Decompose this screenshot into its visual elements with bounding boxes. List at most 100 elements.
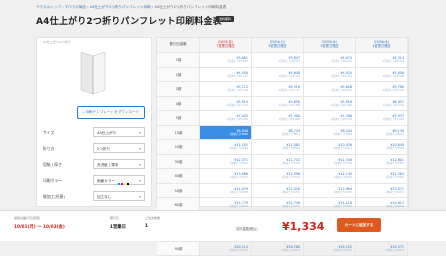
price-cell[interactable]: ¥9,130 1部あたり¥913 (355, 125, 408, 140)
unit-price-value: 1部あたり¥304 (333, 176, 352, 180)
unit-price-value: 1部あたり¥261 (385, 190, 404, 194)
price-table-header-row: 発行日/部数 03/03(月) 7営業日発送 03/04(火) 6営業日発送 03/… (157, 38, 408, 53)
product-options-panel: A4仕上がり/2つ折り ⤓ 印刷テンプレートをダウンロード サイズ A4仕上がり… (36, 37, 152, 207)
price-cell[interactable]: ¥11,732 1部あたり¥391 (251, 154, 304, 169)
price-cell[interactable]: ¥8,729 1部あたり¥873 (251, 125, 304, 140)
option-label-size: サイズ (43, 130, 55, 135)
price-cell[interactable]: ¥12,596 1部あたり¥315 (251, 168, 304, 184)
unit-price-value: 1部あたり¥2,528 (382, 74, 404, 78)
price-cell[interactable]: ¥12,145 1部あたり¥304 (303, 168, 356, 184)
price-cell[interactable]: ¥5,786 1部あたり¥1,929 (355, 81, 408, 97)
template-download-button[interactable]: ⤓ 印刷テンプレートをダウンロード (77, 106, 145, 119)
unit-price-value: 1部あたり¥1,772 (278, 89, 300, 93)
price-cell[interactable]: ¥3,847 1部あたり¥3,847 (251, 52, 304, 68)
chevron-down-icon: ▾ (139, 163, 141, 167)
table-row: 3部 ¥5,113 1部あたり¥1,704 ¥5,316 1部あたり¥1,772 ¥5,6… (157, 81, 408, 97)
price-cell[interactable]: ¥13,428 1部あたり¥269 (251, 183, 304, 198)
unit-price-value: 1部あたり¥263 (229, 205, 248, 209)
unit-price-value: 1部あたり¥1,704 (226, 89, 248, 93)
price-cell[interactable]: ¥12,363 1部あたり¥309 (355, 168, 408, 184)
price-cell[interactable]: ¥5,113 1部あたり¥1,704 (199, 81, 252, 97)
price-cell[interactable]: ¥4,648 1部あたり¥2,324 (251, 67, 304, 82)
price-cell[interactable]: ¥10,426 1部あたり¥521 (303, 139, 356, 155)
table-row: 50部 ¥14,079 1部あたり¥282 ¥13,428 1部あたり¥269 ¥12,9… (157, 183, 408, 198)
price-cell[interactable]: ¥11,601 1部あたり¥387 (355, 154, 408, 169)
price-cell[interactable]: ¥11,348 1部あたり¥378 (303, 154, 356, 169)
unit-price-value: 1部あたり¥244 (385, 205, 404, 209)
price-cell[interactable]: ¥6,057 1部あたり¥1,514 (355, 96, 408, 111)
price-cell[interactable]: ¥5,056 1部あたり¥2,528 (355, 67, 408, 82)
unit-price-value: 1部あたり¥885 (229, 132, 248, 136)
cmyk-swatches-icon (118, 179, 130, 189)
quantity-cell: 4部 (157, 96, 200, 111)
price-cell[interactable]: ¥7,400 1部あたり¥1,480 (251, 110, 304, 126)
price-cell[interactable]: ¥4,314 1部あたり¥4,314 (355, 52, 408, 68)
template-download-label: 印刷テンプレートをダウンロード (85, 110, 140, 114)
breadcrumb-link-product[interactable]: A4仕上がり2つ折りパンフレット印刷 (90, 5, 151, 9)
column-header-date[interactable]: 03/05(水) 5営業日発送 (303, 38, 356, 53)
price-cell[interactable]: ¥4,074 1部あたり¥4,074 (303, 52, 356, 68)
price-cell[interactable]: ¥5,316 1部あたり¥1,772 (251, 81, 304, 97)
price-cell[interactable]: ¥13,066 1部あたり¥327 (199, 168, 252, 184)
price-cell[interactable]: ¥12,964 1部あたり¥259 (303, 183, 356, 198)
table-row: 90部 ¥20,114 1部あたり¥223 ¥18,788 1部あたり¥209 ¥18,1… (157, 241, 408, 256)
quantity-cell: 2部 (157, 67, 200, 82)
price-cell[interactable]: ¥5,514 1部あたり¥1,379 (199, 96, 252, 111)
column-header-date[interactable]: 03/04(火) 6営業日発送 (251, 38, 304, 53)
price-cell[interactable]: ¥7,425 1部あたり¥1,485 (199, 110, 252, 126)
breadcrumb-current: A4仕上がり2つ折りパンフレット印刷料金表 (154, 5, 227, 9)
price-table-container: 発行日/部数 03/03(月) 7営業日発送 03/04(火) 6営業日発送 03/… (156, 37, 409, 256)
price-cell[interactable]: ¥5,918 1部あたり¥1,480 (303, 96, 356, 111)
ship-date-value: 10/01(月) 〜 10/03(金) (14, 225, 65, 230)
price-cell[interactable]: ¥8,444 1部あたり¥844 (303, 125, 356, 140)
unit-price-value: 1部あたり¥209 (281, 248, 300, 252)
price-table-corner-header: 発行日/部数 (157, 38, 200, 53)
quantity-cell: 90部 (157, 241, 200, 256)
breadcrumb-link-all[interactable]: すべての商品 (65, 5, 86, 9)
unit-price-value: 1部あたり¥204 (385, 248, 404, 252)
price-cell[interactable]: ¥18,192 1部あたり¥202 (303, 241, 356, 256)
unit-price-value: 1部あたり¥269 (281, 190, 300, 194)
paper-select[interactable]: 光沢紙 / 薄手 ▾ (93, 159, 145, 169)
price-cell[interactable]: ¥12,371 1部あたり¥412 (199, 154, 252, 169)
price-cell[interactable]: ¥11,182 1部あたり¥559 (199, 139, 252, 155)
unit-price-value: 1部あたり¥4,314 (382, 60, 404, 64)
price-cell[interactable]: ¥7,937 1部あたり¥1,587 (355, 110, 408, 126)
unit-price-value: 1部あたり¥1,480 (278, 118, 300, 122)
option-label-color: 印刷カラー (43, 178, 62, 183)
column-header-date[interactable]: 03/06(木) 4営業日発送 (355, 38, 408, 53)
price-cell[interactable]: ¥5,858 1部あたり¥1,465 (251, 96, 304, 111)
unit-price-value: 1部あたり¥309 (385, 176, 404, 180)
price-cell[interactable]: ¥4,924 1部あたり¥2,462 (303, 67, 356, 82)
add-to-cart-button[interactable]: カートに追加する (337, 218, 381, 232)
unit-price-value: 1部あたり¥1,485 (226, 118, 248, 122)
total-price-value: ¥1,334 (282, 220, 325, 233)
price-cell[interactable]: ¥10,649 1部あたり¥532 (355, 139, 408, 155)
column-header-date[interactable]: 03/03(月) 7営業日発送 (199, 38, 252, 53)
option-row-size: サイズ A4仕上がり ▾ (43, 127, 149, 139)
unit-price-value: 1部あたり¥2,462 (330, 74, 352, 78)
price-cell[interactable]: ¥5,626 1部あたり¥1,875 (303, 81, 356, 97)
unit-price-value: 1部あたり¥521 (333, 147, 352, 151)
unit-price-value: 1部あたり¥3,847 (278, 60, 300, 64)
price-cell[interactable]: ¥4,450 1部あたり¥2,225 (199, 67, 252, 82)
finishing-select[interactable]: 加工なし ▾ (93, 191, 145, 201)
price-cell[interactable]: ¥14,079 1部あたり¥282 (199, 183, 252, 198)
print-color-select[interactable]: 両面カラー ▾ (93, 175, 145, 185)
price-cell[interactable]: ¥7,396 1部あたり¥1,479 (303, 110, 356, 126)
price-cell[interactable]: ¥18,371 1部あたり¥204 (355, 241, 408, 256)
unit-price-value: 1部あたり¥913 (385, 132, 404, 136)
unit-price-value: 1部あたり¥532 (385, 147, 404, 151)
price-cell[interactable]: ¥18,788 1部あたり¥209 (251, 241, 304, 256)
price-cell[interactable]: ¥13,071 1部あたり¥261 (355, 183, 408, 198)
price-cell[interactable]: ¥8,846 1部あたり¥885 (199, 125, 252, 140)
breadcrumb-link-top[interactable]: ラクスルトップ (36, 5, 61, 9)
price-cell[interactable]: ¥20,114 1部あたり¥223 (199, 241, 252, 256)
price-cell[interactable]: ¥11,082 1部あたり¥554 (251, 139, 304, 155)
ship-date-label: 最短お届け日(目安) (14, 216, 41, 220)
fold-select[interactable]: 2つ折り ▾ (93, 143, 145, 153)
price-cell[interactable]: ¥3,681 1部あたり¥3,681 (199, 52, 252, 68)
size-select[interactable]: A4仕上がり ▾ (93, 127, 145, 137)
unit-price-value: 1部あたり¥873 (281, 132, 300, 136)
paper-select-value: 光沢紙 / 薄手 (97, 163, 119, 167)
